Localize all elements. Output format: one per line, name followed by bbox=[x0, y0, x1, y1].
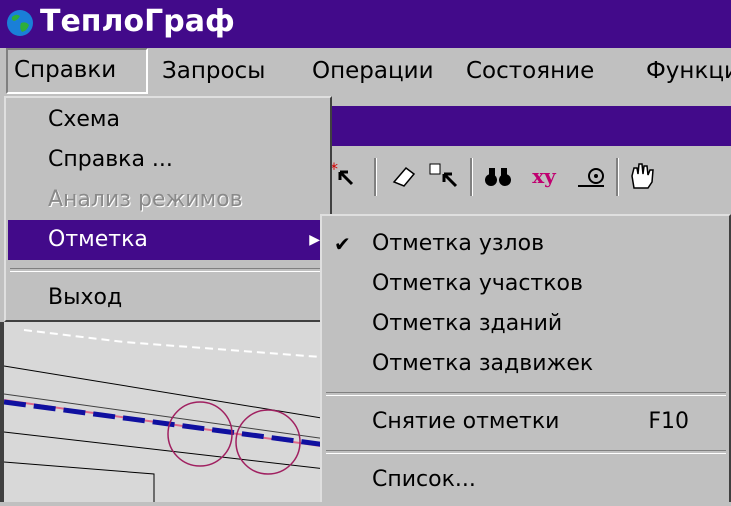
spravki-menu: Схема Справка ... Анализ режимов Отметка… bbox=[4, 96, 332, 322]
menu-item-vyhod[interactable]: Выход bbox=[8, 278, 328, 318]
xy-coordinates-icon[interactable]: xy bbox=[526, 158, 562, 194]
menu-item-otmetka[interactable]: Отметка ▶ bbox=[8, 220, 328, 260]
shortcut-label: F10 bbox=[648, 409, 689, 434]
otmetka-submenu: ✔ Отметка узлов Отметка участков Отметка… bbox=[320, 214, 731, 502]
measure-icon[interactable] bbox=[574, 158, 610, 194]
menu-item-analiz: Анализ режимов bbox=[8, 180, 328, 220]
toolbar: * xy bbox=[320, 146, 731, 214]
submenu-arrow-icon: ▶ bbox=[309, 232, 320, 248]
menu-item-spravka-label: Справка ... bbox=[48, 147, 173, 172]
menu-operacii-label: Операции bbox=[312, 58, 434, 84]
menu-separator bbox=[326, 392, 726, 396]
menu-separator bbox=[10, 268, 326, 272]
toolbar-separator bbox=[374, 158, 377, 196]
menu-item-otmetka-zadvizhek-label: Отметка задвижек bbox=[372, 351, 594, 376]
menu-bar: Справки Запросы Операции Состояние Функц… bbox=[0, 48, 731, 94]
network-scheme bbox=[3, 329, 335, 502]
menu-item-otmetka-zadvizhek[interactable]: Отметка задвижек bbox=[324, 344, 729, 384]
eraser-icon[interactable] bbox=[386, 158, 422, 194]
menu-item-snyatie-otmetki[interactable]: Снятие отметки F10 bbox=[324, 402, 729, 442]
child-window-titlebar bbox=[320, 106, 731, 146]
menu-item-otmetka-label: Отметка bbox=[48, 227, 148, 252]
menu-zaprosy[interactable]: Запросы bbox=[162, 48, 265, 94]
select-object-icon[interactable] bbox=[426, 158, 462, 194]
menu-zaprosy-label: Запросы bbox=[162, 58, 266, 84]
hand-icon[interactable] bbox=[624, 158, 660, 194]
menu-item-spravka[interactable]: Справка ... bbox=[8, 140, 328, 180]
menu-item-otmetka-uzlov-label: Отметка узлов bbox=[372, 231, 545, 256]
menu-item-snyatie-label: Снятие отметки bbox=[372, 409, 560, 434]
select-arrow-icon[interactable]: * bbox=[328, 158, 364, 194]
menu-item-otmetka-uchastkov[interactable]: Отметка участков bbox=[324, 264, 729, 304]
menu-item-vyhod-label: Выход bbox=[48, 285, 123, 310]
menu-item-schema-label: Схема bbox=[48, 107, 120, 132]
xy-label: xy bbox=[532, 164, 556, 188]
checkmark-icon: ✔ bbox=[334, 232, 351, 256]
window-title: ТеплоГраф bbox=[40, 4, 235, 39]
menu-spravki-label: Справки bbox=[14, 57, 117, 83]
menu-item-otmetka-uzlov[interactable]: ✔ Отметка узлов bbox=[324, 224, 729, 264]
menu-operacii[interactable]: Операции bbox=[312, 48, 434, 94]
menu-item-schema[interactable]: Схема bbox=[8, 100, 328, 140]
menu-spravki[interactable]: Справки bbox=[6, 48, 148, 94]
menu-funkcii[interactable]: Функци bbox=[646, 48, 731, 94]
menu-funkcii-label: Функци bbox=[646, 58, 731, 84]
menu-item-otmetka-zdaniy-label: Отметка зданий bbox=[372, 311, 563, 336]
menu-sostoyanie[interactable]: Состояние bbox=[466, 48, 594, 94]
toolbar-separator bbox=[616, 158, 619, 196]
globe-icon bbox=[7, 10, 33, 36]
menu-separator bbox=[326, 450, 726, 454]
title-bar: ТеплоГраф bbox=[0, 0, 731, 48]
menu-item-analiz-label: Анализ режимов bbox=[48, 187, 243, 212]
menu-item-spisok-label: Список... bbox=[372, 467, 476, 492]
menu-item-otmetka-uchastkov-label: Отметка участков bbox=[372, 271, 583, 296]
toolbar-separator bbox=[470, 158, 473, 196]
drawing-canvas[interactable] bbox=[0, 322, 335, 502]
menu-item-spisok[interactable]: Список... bbox=[324, 460, 729, 500]
menu-item-otmetka-zdaniy[interactable]: Отметка зданий bbox=[324, 304, 729, 344]
menu-sostoyanie-label: Состояние bbox=[466, 58, 595, 84]
binoculars-icon[interactable] bbox=[480, 158, 516, 194]
